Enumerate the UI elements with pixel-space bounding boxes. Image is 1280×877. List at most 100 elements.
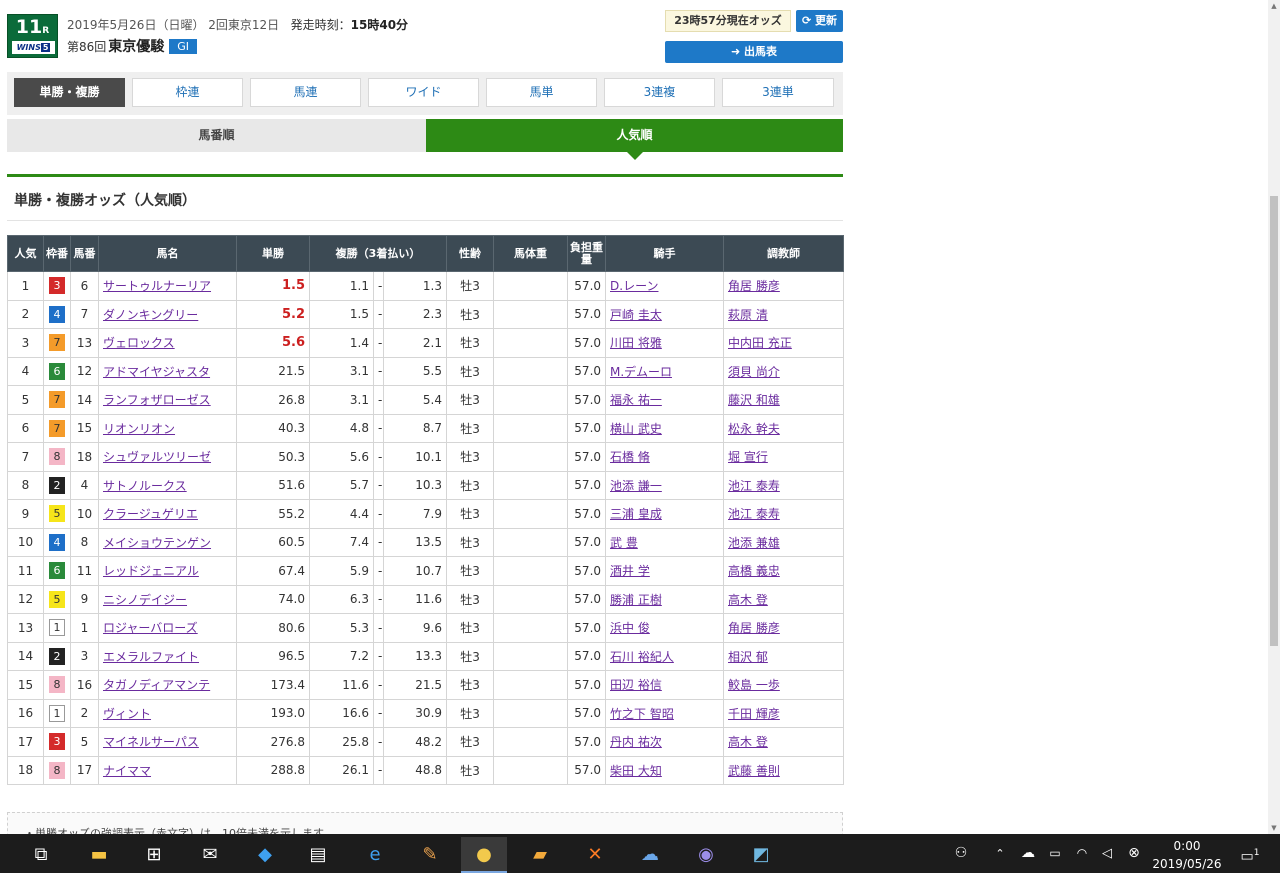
- horse-name-link[interactable]: シュヴァルツリーゼ: [103, 450, 211, 464]
- horse-name-link[interactable]: ニシノデイジー: [103, 593, 187, 607]
- horse-name[interactable]: サートゥルナーリア: [98, 271, 237, 301]
- trainer-link[interactable]: 萩原 清: [728, 308, 768, 322]
- jockey[interactable]: 柴田 大知: [605, 755, 725, 785]
- tab-quinella[interactable]: 馬連: [250, 78, 361, 107]
- jockey-link[interactable]: 浜中 俊: [610, 621, 650, 635]
- trainer-link[interactable]: 池江 泰寿: [728, 507, 780, 521]
- app-icon[interactable]: ☁: [627, 837, 673, 873]
- trainer-link[interactable]: 中内田 充正: [728, 336, 792, 350]
- horse-name[interactable]: リオンリオン: [98, 413, 237, 443]
- xampp-icon[interactable]: ✕: [572, 837, 618, 873]
- horse-name[interactable]: ダノンキングリー: [98, 299, 237, 329]
- horse-name[interactable]: クラージュゲリエ: [98, 499, 237, 529]
- tab-exacta[interactable]: 馬単: [486, 78, 597, 107]
- horse-name[interactable]: タガノディアマンテ: [98, 670, 237, 700]
- trainer[interactable]: 藤沢 和雄: [723, 385, 845, 415]
- jockey-link[interactable]: 石川 裕紀人: [610, 650, 674, 664]
- jockey-link[interactable]: M.デムーロ: [610, 365, 672, 379]
- horse-name-link[interactable]: サトノルークス: [103, 479, 187, 493]
- jockey[interactable]: 戸崎 圭太: [605, 299, 725, 329]
- jockey[interactable]: M.デムーロ: [605, 356, 725, 386]
- jockey-link[interactable]: 酒井 学: [610, 564, 650, 578]
- file-explorer-icon[interactable]: ▬: [76, 837, 122, 873]
- horse-name-link[interactable]: アドマイヤジャスタ: [103, 365, 210, 379]
- trainer[interactable]: 池江 泰寿: [723, 499, 845, 529]
- jockey[interactable]: 浜中 俊: [605, 613, 725, 643]
- trainer[interactable]: 池江 泰寿: [723, 470, 845, 500]
- refresh-button[interactable]: ⟳ 更新: [796, 10, 843, 32]
- jockey-link[interactable]: 福永 祐一: [610, 393, 662, 407]
- trainer-link[interactable]: 武藤 善則: [728, 764, 780, 778]
- jockey-link[interactable]: 柴田 大知: [610, 764, 662, 778]
- trainer-link[interactable]: 堀 宣行: [728, 450, 768, 464]
- trainer-link[interactable]: 高橋 義忠: [728, 564, 780, 578]
- jockey[interactable]: 勝浦 正樹: [605, 584, 725, 614]
- wifi-icon[interactable]: ◠: [1070, 834, 1094, 873]
- entries-button[interactable]: ➜ 出馬表: [665, 41, 843, 63]
- jockey-link[interactable]: 横山 武史: [610, 422, 662, 436]
- app-icon[interactable]: ◩: [738, 837, 784, 873]
- jockey-link[interactable]: 田辺 裕信: [610, 678, 662, 692]
- horse-name[interactable]: ヴェロックス: [98, 328, 237, 358]
- jockey-link[interactable]: D.レーン: [610, 279, 658, 293]
- chrome-icon[interactable]: ●: [461, 837, 507, 873]
- horse-name[interactable]: ニシノデイジー: [98, 584, 237, 614]
- jockey-link[interactable]: 三浦 皇成: [610, 507, 662, 521]
- trainer[interactable]: 相沢 郁: [723, 641, 845, 671]
- horse-name-link[interactable]: ロジャーバローズ: [103, 621, 198, 635]
- trainer[interactable]: 角居 勝彦: [723, 613, 845, 643]
- tab-wide[interactable]: ワイド: [368, 78, 479, 107]
- notification-icon[interactable]: ▭1: [1236, 834, 1264, 873]
- jockey[interactable]: 武 豊: [605, 527, 725, 557]
- jockey[interactable]: 三浦 皇成: [605, 499, 725, 529]
- horse-name[interactable]: ロジャーバローズ: [98, 613, 237, 643]
- jockey-link[interactable]: 勝浦 正樹: [610, 593, 662, 607]
- horse-name-link[interactable]: ダノンキングリー: [103, 308, 198, 322]
- scroll-down-icon[interactable]: ▼: [1268, 822, 1280, 834]
- trainer[interactable]: 堀 宣行: [723, 442, 845, 472]
- jockey[interactable]: 横山 武史: [605, 413, 725, 443]
- trainer[interactable]: 角居 勝彦: [723, 271, 845, 301]
- vscode-icon[interactable]: ◆: [242, 837, 288, 873]
- jockey[interactable]: 石川 裕紀人: [605, 641, 725, 671]
- jockey-link[interactable]: 川田 将雅: [610, 336, 662, 350]
- horse-name-link[interactable]: ナイママ: [103, 764, 151, 778]
- jockey[interactable]: 酒井 学: [605, 556, 725, 586]
- jockey-link[interactable]: 武 豊: [610, 536, 638, 550]
- jockey[interactable]: 田辺 裕信: [605, 670, 725, 700]
- jockey[interactable]: D.レーン: [605, 271, 725, 301]
- trainer-link[interactable]: 池江 泰寿: [728, 479, 780, 493]
- scroll-up-icon[interactable]: ▲: [1268, 0, 1280, 12]
- jockey-link[interactable]: 丹内 祐次: [610, 735, 662, 749]
- trainer[interactable]: 須貝 尚介: [723, 356, 845, 386]
- horse-name-link[interactable]: リオンリオン: [103, 422, 175, 436]
- horse-name-link[interactable]: ヴィント: [103, 707, 151, 721]
- people-icon[interactable]: ⚇: [948, 834, 974, 873]
- jockey[interactable]: 丹内 祐次: [605, 727, 725, 757]
- app-icon[interactable]: ▰: [517, 837, 563, 873]
- horse-name-link[interactable]: ランフォザローゼス: [103, 393, 211, 407]
- horse-name-link[interactable]: クラージュゲリエ: [103, 507, 198, 521]
- system-clock[interactable]: 0:00 2019/05/26: [1152, 838, 1222, 872]
- horse-name-link[interactable]: メイショウテンゲン: [103, 536, 211, 550]
- horse-name-link[interactable]: レッドジェニアル: [103, 564, 199, 578]
- paint-icon[interactable]: ✎: [407, 837, 453, 873]
- trainer[interactable]: 松永 幹夫: [723, 413, 845, 443]
- onedrive-icon[interactable]: ☁: [1015, 834, 1041, 873]
- horse-name[interactable]: アドマイヤジャスタ: [98, 356, 237, 386]
- scrollbar-thumb[interactable]: [1270, 196, 1278, 646]
- horse-name-link[interactable]: エメラルファイト: [103, 650, 199, 664]
- mail-icon[interactable]: ✉: [187, 837, 233, 873]
- battery-icon[interactable]: ▭: [1044, 834, 1066, 873]
- sort-by-number-tab[interactable]: 馬番順: [7, 119, 426, 152]
- horse-name[interactable]: エメラルファイト: [98, 641, 237, 671]
- trainer-link[interactable]: 相沢 郁: [728, 650, 768, 664]
- trainer-link[interactable]: 角居 勝彦: [728, 279, 780, 293]
- tab-trifecta[interactable]: 3連単: [722, 78, 834, 107]
- jockey-link[interactable]: 石橋 脩: [610, 450, 650, 464]
- trainer[interactable]: 高木 登: [723, 727, 845, 757]
- ime-off-icon[interactable]: ⊗: [1122, 834, 1146, 873]
- tab-trio[interactable]: 3連複: [604, 78, 715, 107]
- edge-icon[interactable]: e: [352, 837, 398, 873]
- trainer[interactable]: 鮫島 一歩: [723, 670, 845, 700]
